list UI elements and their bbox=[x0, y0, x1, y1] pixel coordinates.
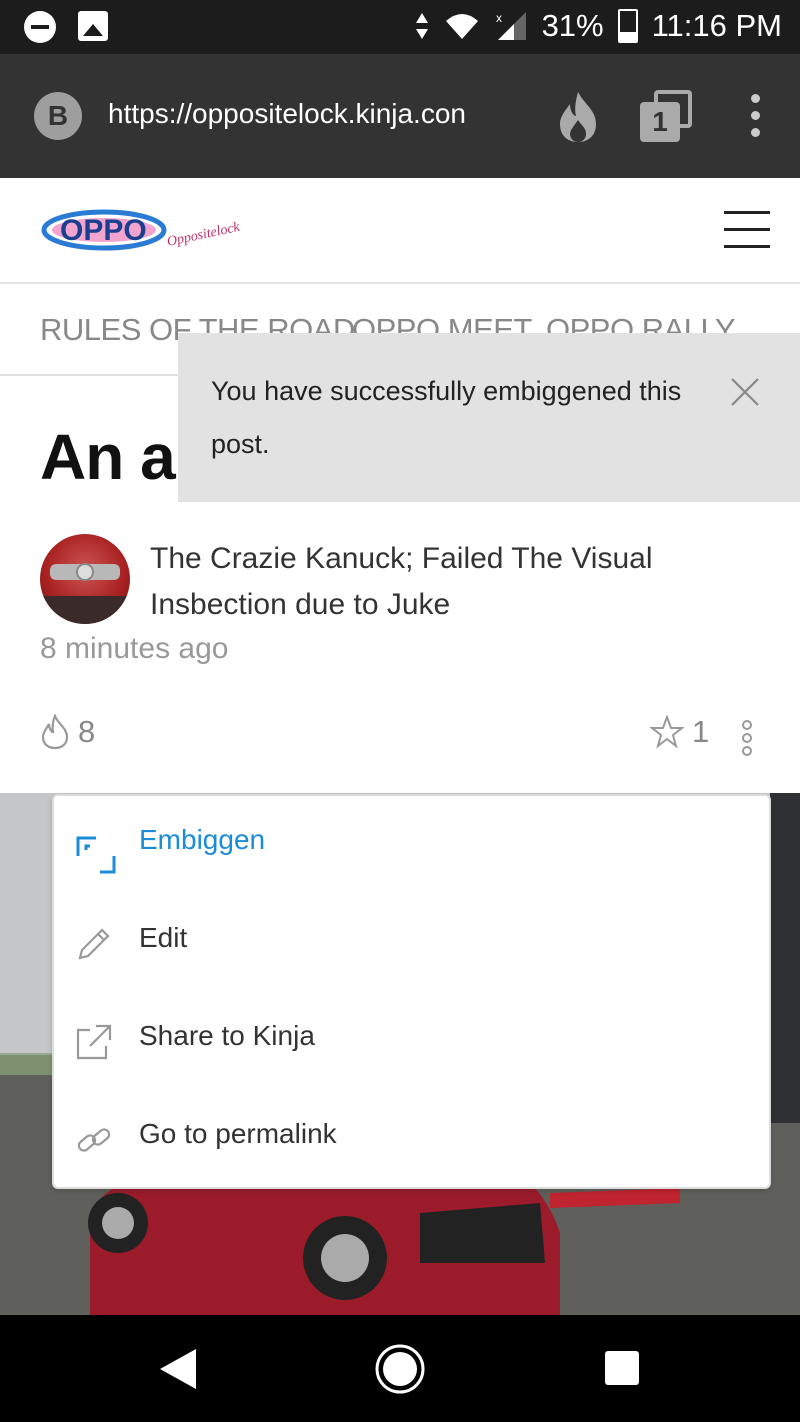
embiggen-icon bbox=[76, 836, 116, 874]
home-icon[interactable] bbox=[374, 1343, 426, 1395]
success-toast: You have successfully embiggened this po… bbox=[178, 333, 800, 502]
star-button[interactable]: 1 bbox=[650, 714, 709, 750]
image-notification-icon bbox=[78, 11, 108, 41]
menu-item-share[interactable]: Share to Kinja bbox=[54, 992, 769, 1090]
tab-switcher-button[interactable]: 1 bbox=[640, 90, 692, 142]
menu-item-permalink[interactable]: Go to permalink bbox=[54, 1090, 769, 1188]
logo-script: Oppositelock bbox=[166, 220, 242, 250]
browser-toolbar: B https://oppositelock.kinja.con 1 bbox=[0, 54, 800, 178]
author-name[interactable]: The Crazie Kanuck; Failed The Visual Ins… bbox=[150, 536, 710, 628]
close-icon[interactable] bbox=[728, 375, 762, 409]
url-bar[interactable]: https://oppositelock.kinja.con bbox=[108, 98, 508, 130]
avatar-image bbox=[40, 563, 130, 624]
star-icon bbox=[650, 715, 684, 749]
menu-item-embiggen[interactable]: Embiggen bbox=[54, 796, 769, 894]
status-bar: x 31% 11:16 PM bbox=[0, 0, 800, 54]
tab-count: 1 bbox=[640, 102, 680, 142]
flame-outline-icon bbox=[41, 714, 69, 750]
menu-item-edit[interactable]: Edit bbox=[54, 894, 769, 992]
menu-item-label: Share to Kinja bbox=[139, 1020, 315, 1051]
svg-text:x: x bbox=[496, 11, 502, 25]
browser-menu-icon[interactable] bbox=[748, 94, 762, 144]
hamburger-menu-icon[interactable] bbox=[724, 211, 770, 249]
menu-item-label: Embiggen bbox=[139, 824, 266, 855]
oppo-logo[interactable]: OPPO Oppositelock bbox=[40, 202, 270, 258]
cell-signal-icon: x bbox=[496, 11, 526, 40]
likes-button[interactable]: 8 bbox=[40, 714, 95, 750]
battery-icon bbox=[617, 9, 638, 43]
menu-item-label: Edit bbox=[139, 922, 188, 953]
toast-message: You have successfully embiggened this po… bbox=[211, 376, 682, 459]
recents-icon[interactable] bbox=[604, 1350, 640, 1386]
star-count: 1 bbox=[692, 714, 710, 749]
data-arrows-icon bbox=[415, 13, 428, 39]
avatar[interactable] bbox=[40, 534, 130, 624]
system-nav-bar bbox=[0, 1315, 800, 1422]
post-context-menu: Embiggen Edit Share to Kinja Go to perma… bbox=[52, 794, 771, 1189]
link-icon bbox=[77, 1128, 111, 1152]
clock: 11:16 PM bbox=[651, 8, 782, 43]
logo-text: OPPO bbox=[60, 214, 147, 247]
post-options-icon[interactable] bbox=[742, 720, 754, 758]
battery-percent: 31% bbox=[541, 8, 604, 43]
site-badge[interactable]: B bbox=[34, 92, 82, 140]
share-icon bbox=[76, 1024, 112, 1060]
site-header: OPPO Oppositelock bbox=[0, 178, 800, 284]
wifi-icon bbox=[445, 14, 478, 39]
pencil-icon bbox=[78, 928, 110, 960]
menu-item-label: Go to permalink bbox=[139, 1118, 337, 1149]
flame-icon[interactable] bbox=[554, 90, 602, 144]
article-headline: An ar bbox=[40, 421, 200, 493]
likes-count: 8 bbox=[78, 714, 96, 749]
do-not-disturb-icon bbox=[24, 11, 56, 43]
back-icon[interactable] bbox=[158, 1347, 198, 1391]
post-timestamp[interactable]: 8 minutes ago bbox=[40, 632, 228, 666]
